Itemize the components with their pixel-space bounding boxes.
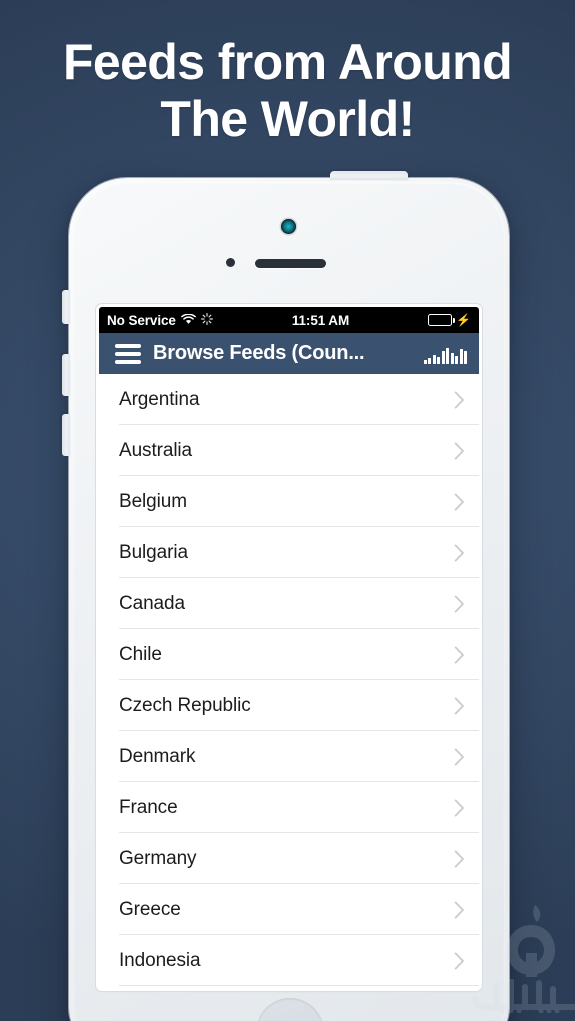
list-item-label: Argentina xyxy=(119,388,200,410)
list-item[interactable]: Denmark xyxy=(99,731,479,782)
chevron-right-icon xyxy=(454,952,464,969)
status-bar-right: ⚡ xyxy=(428,314,471,326)
clock-label: 11:51 AM xyxy=(291,312,350,328)
list-item-label: Australia xyxy=(119,439,193,461)
bar-chart-icon[interactable] xyxy=(423,344,467,364)
earpiece-speaker xyxy=(255,259,326,268)
list-item-label: France xyxy=(119,796,178,818)
list-item[interactable]: France xyxy=(99,782,479,833)
bar-chart-bar xyxy=(441,350,445,364)
promo-background: Feeds from Around The World! No Service xyxy=(0,0,575,1021)
list-item[interactable]: Indonesia xyxy=(99,935,479,986)
list-item-label: Belgium xyxy=(119,490,187,512)
chevron-right-icon xyxy=(454,799,464,816)
chevron-right-icon xyxy=(454,595,464,612)
nav-title: Browse Feeds (Coun... xyxy=(153,342,365,364)
bar-chart-bar xyxy=(428,357,431,364)
list-item[interactable]: Belgium xyxy=(99,476,479,527)
mute-switch[interactable] xyxy=(62,290,70,324)
list-item-label: Czech Republic xyxy=(119,694,251,716)
hamburger-bar xyxy=(115,359,141,364)
bar-chart-bar xyxy=(464,350,467,364)
front-camera-icon xyxy=(281,219,296,234)
status-bar-left: No Service xyxy=(107,313,213,328)
bar-chart-bar xyxy=(446,347,449,364)
chevron-right-icon xyxy=(454,544,464,561)
bar-chart-bar xyxy=(455,355,458,364)
chevron-right-icon xyxy=(454,748,464,765)
activity-spinner-icon xyxy=(200,312,213,328)
bar-chart-bar xyxy=(459,348,463,364)
headline-line-2: The World! xyxy=(160,91,415,147)
list-item-label: Chile xyxy=(119,643,162,665)
list-item-label: Indonesia xyxy=(119,949,201,971)
bar-chart-bar xyxy=(437,356,440,364)
list-item[interactable]: Greece xyxy=(99,884,479,935)
list-item-label: Bulgaria xyxy=(119,541,188,563)
battery-icon xyxy=(428,314,455,326)
headline-line-1: Feeds from Around xyxy=(62,34,513,90)
bar-chart-bar xyxy=(432,354,436,364)
list-item[interactable]: Australia xyxy=(99,425,479,476)
list-item[interactable]: Germany xyxy=(99,833,479,884)
hamburger-bar xyxy=(115,351,141,356)
nav-bar: Browse Feeds (Coun... xyxy=(99,333,479,374)
list-item[interactable]: Chile xyxy=(99,629,479,680)
bar-chart-bar xyxy=(423,359,427,364)
status-bar: No Service 11:51 AM ⚡ xyxy=(99,307,479,333)
hamburger-bar xyxy=(115,343,141,348)
list-item[interactable]: Czech Republic xyxy=(99,680,479,731)
phone-mockup: No Service 11:51 AM ⚡ Browse Feeds (Coun… xyxy=(62,171,509,1021)
list-item-label: Canada xyxy=(119,592,185,614)
chevron-right-icon xyxy=(454,391,464,408)
wifi-icon xyxy=(180,313,196,328)
chevron-right-icon xyxy=(454,442,464,459)
chevron-right-icon xyxy=(454,850,464,867)
volume-up-button[interactable] xyxy=(62,354,70,396)
charging-bolt-icon: ⚡ xyxy=(456,313,471,327)
list-item[interactable]: Bulgaria xyxy=(99,527,479,578)
phone-screen: No Service 11:51 AM ⚡ Browse Feeds (Coun… xyxy=(99,307,479,988)
volume-down-button[interactable] xyxy=(62,414,70,456)
list-item[interactable]: Argentina xyxy=(99,374,479,425)
list-item[interactable]: Canada xyxy=(99,578,479,629)
list-item-label: Germany xyxy=(119,847,197,869)
chevron-right-icon xyxy=(454,493,464,510)
list-item-label: Denmark xyxy=(119,745,196,767)
chevron-right-icon xyxy=(454,646,464,663)
proximity-sensor-icon xyxy=(226,258,235,267)
power-button[interactable] xyxy=(330,171,408,180)
country-list[interactable]: Argentina Australia Belgium Bulgaria Canada C… xyxy=(99,374,479,988)
hamburger-menu-icon[interactable] xyxy=(115,343,141,364)
list-item-label: Greece xyxy=(119,898,181,920)
chevron-right-icon xyxy=(454,901,464,918)
page-title: Feeds from Around The World! xyxy=(0,34,575,148)
chevron-right-icon xyxy=(454,697,464,714)
carrier-label: No Service xyxy=(107,312,176,328)
bar-chart-bar xyxy=(450,352,454,364)
